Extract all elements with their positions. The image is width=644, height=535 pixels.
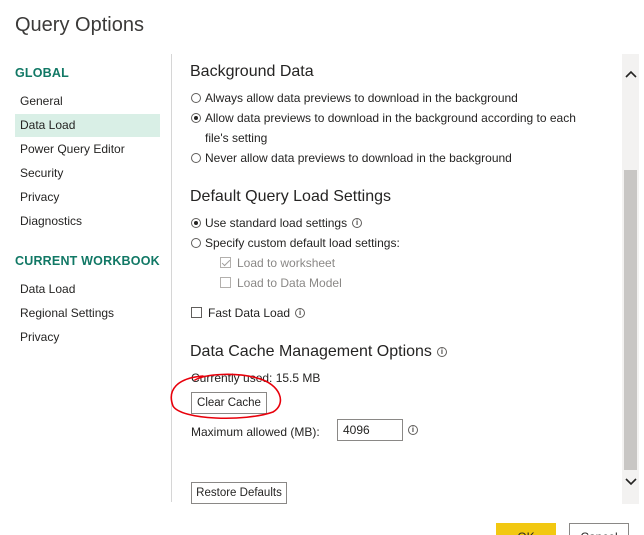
checkbox-fast-data-load[interactable]: Fast Data Load i [191, 306, 306, 320]
radio-specify-custom-label: Specify custom default load settings: [205, 236, 400, 250]
scroll-up-icon[interactable] [622, 66, 639, 82]
sidebar-item-power-query-editor[interactable]: Power Query Editor [15, 138, 160, 161]
checkbox[interactable] [191, 307, 202, 318]
nav-section-global: GLOBAL [15, 66, 69, 80]
currently-used-text: Currently used: 15.5 MB [191, 371, 321, 385]
cancel-button[interactable]: Cancel [569, 523, 629, 535]
sidebar-item-security[interactable]: Security [15, 162, 160, 185]
radio-never-allow[interactable]: Never allow data previews to download in… [191, 151, 512, 165]
sidebar-item-regional-settings[interactable]: Regional Settings [15, 302, 160, 325]
info-icon[interactable]: i [295, 308, 306, 318]
maximum-allowed-input[interactable]: 4096 [337, 419, 403, 441]
checkbox-checked-disabled[interactable] [220, 257, 231, 268]
radio-button[interactable] [191, 238, 201, 248]
load-to-worksheet-label: Load to worksheet [237, 256, 336, 270]
radio-button[interactable] [191, 93, 201, 103]
radio-specify-custom[interactable]: Specify custom default load settings: [191, 236, 400, 250]
radio-always-allow[interactable]: Always allow data previews to download i… [191, 91, 518, 105]
content-panel: Background Data Always allow data previe… [172, 54, 622, 504]
radio-button-selected[interactable] [191, 113, 201, 123]
window-title: Query Options [15, 14, 144, 36]
checkbox-load-to-worksheet[interactable]: Load to worksheet [220, 256, 335, 270]
clear-cache-button[interactable]: Clear Cache [191, 392, 267, 414]
info-icon[interactable]: i [408, 425, 418, 435]
load-to-data-model-label: Load to Data Model [237, 276, 342, 290]
radio-use-standard-label: Use standard load settings [205, 216, 348, 230]
radio-button-selected[interactable] [191, 218, 201, 228]
info-icon[interactable]: i [352, 218, 363, 228]
scroll-thumb[interactable] [624, 170, 637, 470]
background-data-heading: Background Data [190, 63, 314, 80]
cache-heading-row: Data Cache Management Options i [190, 343, 447, 361]
fast-data-load-label: Fast Data Load [208, 306, 291, 320]
checkbox-load-to-data-model[interactable]: Load to Data Model [220, 276, 342, 290]
radio-allow-according[interactable]: Allow data previews to download in the b… [191, 111, 576, 125]
radio-allow-according-label: Allow data previews to download in the b… [205, 111, 576, 125]
radio-use-standard[interactable]: Use standard load settings i [191, 216, 363, 230]
info-icon[interactable]: i [436, 347, 447, 357]
radio-never-allow-label: Never allow data previews to download in… [205, 151, 512, 165]
sidebar-item-general[interactable]: General [15, 90, 160, 113]
sidebar-item-workbook-privacy[interactable]: Privacy [15, 326, 160, 349]
vertical-scrollbar[interactable] [622, 54, 639, 504]
sidebar-item-workbook-data-load[interactable]: Data Load [15, 278, 160, 301]
radio-always-allow-label: Always allow data previews to download i… [205, 91, 518, 105]
sidebar-item-data-load[interactable]: Data Load [15, 114, 160, 137]
sidebar-item-diagnostics[interactable]: Diagnostics [15, 210, 160, 233]
default-load-heading: Default Query Load Settings [190, 188, 392, 205]
radio-button[interactable] [191, 153, 201, 163]
restore-defaults-button[interactable]: Restore Defaults [191, 482, 287, 504]
radio-allow-according-label-continued: file's setting [205, 131, 268, 145]
checkbox-disabled[interactable] [220, 277, 231, 288]
ok-button[interactable]: OK [496, 523, 556, 535]
nav-section-current-workbook: CURRENT WORKBOOK [15, 254, 160, 268]
cache-heading: Data Cache Management Options [190, 343, 432, 360]
scroll-down-icon[interactable] [622, 474, 639, 490]
maximum-allowed-label: Maximum allowed (MB): [191, 425, 320, 439]
sidebar-item-privacy[interactable]: Privacy [15, 186, 160, 209]
